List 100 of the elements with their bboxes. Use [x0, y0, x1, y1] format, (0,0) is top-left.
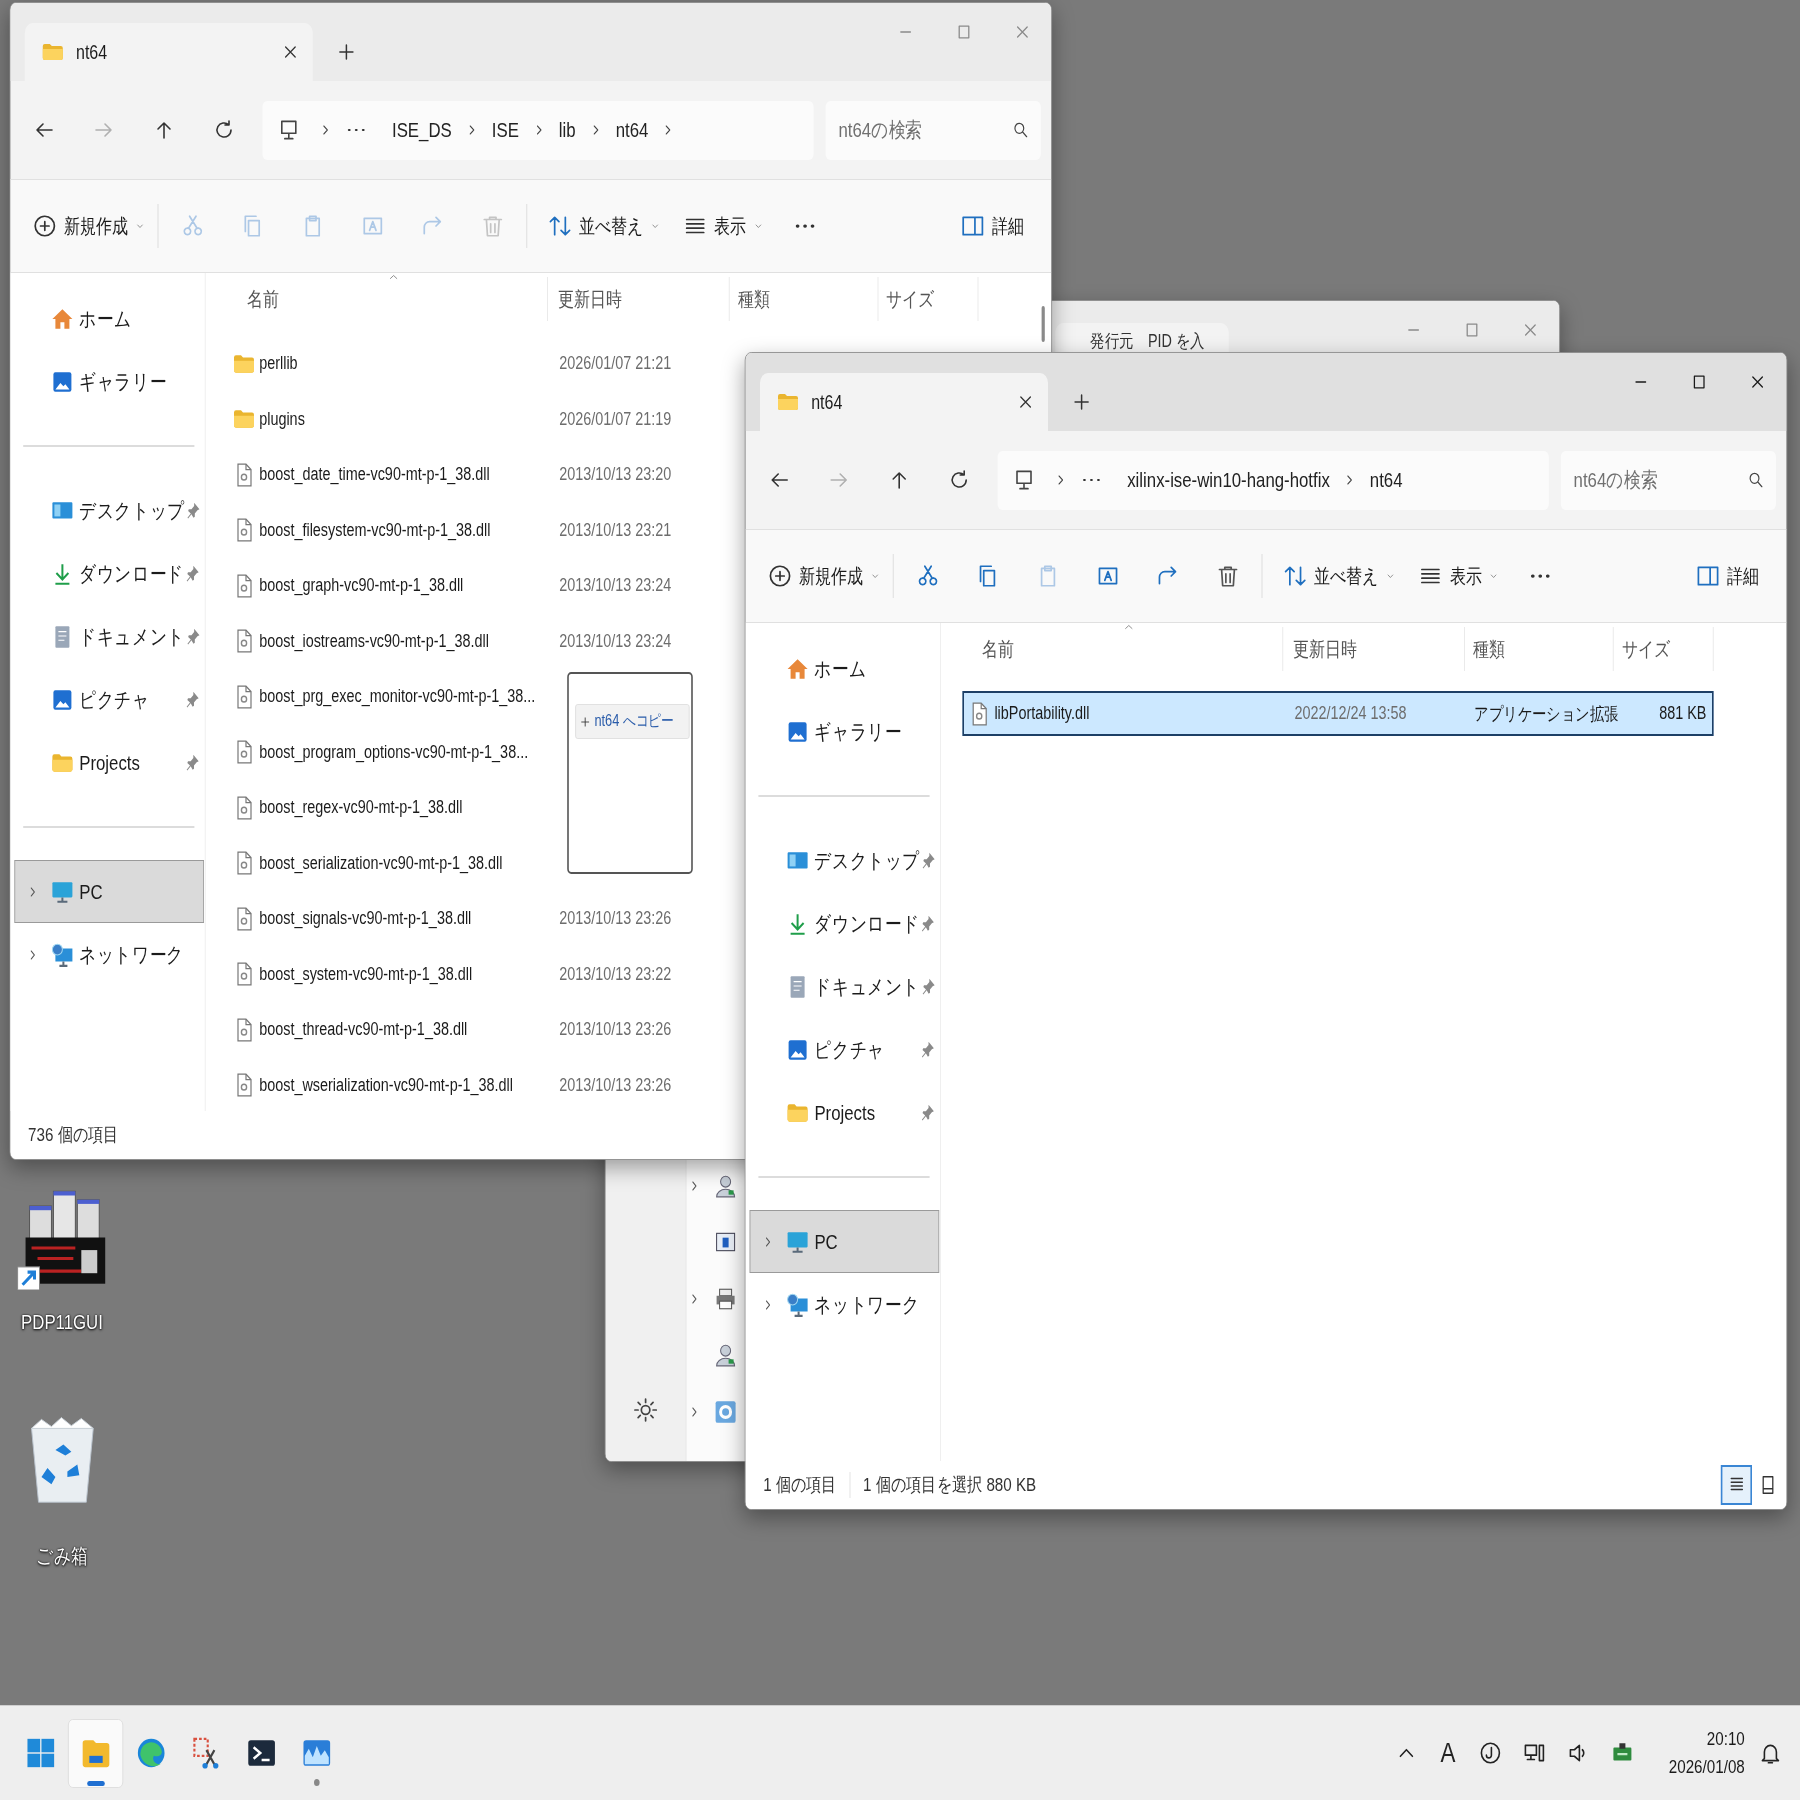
clock[interactable]: 20:10 2026/01/08 — [1652, 1728, 1745, 1778]
details-button[interactable]: 詳細 — [960, 212, 1024, 240]
sidebar-item[interactable]: ドキュメント — [14, 605, 204, 668]
desktop-shortcut[interactable]: PDP11GUI — [17, 1185, 107, 1334]
sort-icon — [547, 213, 573, 239]
ring-icon[interactable] — [1478, 1740, 1502, 1766]
file-name: boost_graph-vc90-mt-p-1_38.dll — [259, 575, 464, 596]
modified-date: 2026/01/07 21:21 — [558, 353, 673, 374]
breadcrumb[interactable]: nt64 — [602, 118, 662, 142]
pin-icon[interactable] — [184, 563, 200, 584]
window-tab[interactable]: 発行元 PID を入 — [1055, 323, 1229, 352]
sidebar-item[interactable]: PC — [14, 860, 204, 923]
pin-icon[interactable] — [184, 689, 200, 710]
file-row[interactable]: boost_serialization-vc90-mt-p-1_38.dll — [227, 840, 552, 886]
sidebar-item[interactable]: ピクチャ — [749, 1018, 940, 1081]
file-row[interactable]: boost_wserialization-vc90-mt-p-1_38.dll 2013/10/13 23:26 — [227, 1062, 733, 1108]
file-name: boost_signals-vc90-mt-p-1_38.dll — [259, 908, 472, 929]
breadcrumb[interactable]: lib — [546, 118, 589, 142]
sidebar-item[interactable]: Projects — [14, 731, 204, 794]
breadcrumb[interactable]: nt64 — [1357, 468, 1416, 492]
pin-icon[interactable] — [920, 976, 936, 997]
search-field[interactable]: nt64の検索 — [825, 100, 1041, 160]
column-header[interactable]: 名前 — [227, 277, 548, 321]
sidebar-item[interactable]: ギャラリー — [14, 350, 204, 413]
file-row[interactable]: boost_program_options-vc90-mt-p-1_38... — [227, 729, 552, 775]
new-button[interactable]: 新規作成 — [767, 562, 882, 590]
file-row[interactable]: perllib 2026/01/07 21:21 — [227, 341, 733, 386]
sidebar-item[interactable]: ピクチャ — [14, 668, 204, 731]
status-text: 1 個の項目を選択 880 KB — [849, 1472, 1037, 1498]
column-header[interactable]: サイズ — [1613, 627, 1714, 671]
new-button[interactable]: 新規作成 — [32, 212, 147, 240]
sidebar-item[interactable]: デスクトップ — [14, 479, 204, 542]
details-button[interactable]: 詳細 — [1695, 562, 1760, 590]
file-name: boost_program_options-vc90-mt-p-1_38... — [259, 741, 529, 763]
sidebar-item[interactable]: ネットワーク — [14, 923, 204, 986]
network-icon — [50, 941, 75, 968]
details-view-button[interactable] — [1720, 1465, 1752, 1505]
windows-logo-icon — [24, 1736, 57, 1770]
file-row[interactable]: boost_filesystem-vc90-mt-p-1_38.dll 2013/10/13 23:21 — [227, 507, 733, 553]
modified-date: 2013/10/13 23:26 — [558, 908, 673, 929]
view-button[interactable]: 表示 — [1417, 562, 1494, 590]
address-bar[interactable]: xilinx-ise-win10-hang-hotfix nt64 — [997, 450, 1549, 510]
window-tab[interactable]: nt64 — [24, 23, 313, 81]
file-name: boost_regex-vc90-mt-p-1_38.dll — [259, 797, 463, 818]
details-pane-icon — [960, 213, 986, 239]
file-row[interactable]: boost_prg_exec_monitor-vc90-mt-p-1_38... — [227, 674, 552, 719]
breadcrumb[interactable]: xilinx-ise-win10-hang-hotfix — [1114, 468, 1343, 492]
file-row[interactable]: boost_thread-vc90-mt-p-1_38.dll 2013/10/13 23:26 — [227, 1007, 733, 1052]
file-row[interactable]: libPortability.dll 2022/12/24 13:58 アプリケーション拡張 881 KB — [962, 691, 1714, 736]
view-button[interactable]: 表示 — [682, 212, 759, 240]
file-row[interactable]: boost_iostreams-vc90-mt-p-1_38.dll 2013/10/13 23:24 — [227, 618, 733, 664]
sort-button[interactable]: 並べ替え — [547, 212, 647, 240]
file-row[interactable]: boost_date_time-vc90-mt-p-1_38.dll 2013/10/13 23:20 — [227, 452, 733, 497]
sort-button[interactable]: 並べ替え — [1282, 562, 1382, 590]
file-row[interactable]: boost_graph-vc90-mt-p-1_38.dll 2013/10/13 23:24 — [227, 563, 733, 608]
gear-icon — [713, 1398, 738, 1425]
column-header[interactable]: 更新日時 — [1283, 627, 1465, 671]
details-pane-icon — [1695, 563, 1721, 589]
desktop-shortcut[interactable]: ごみ箱 — [17, 1414, 107, 1570]
file-row[interactable]: boost_signals-vc90-mt-p-1_38.dll 2013/10/13 23:26 — [227, 896, 733, 941]
window-tab[interactable]: nt64 — [760, 373, 1048, 431]
sort-icon — [1282, 563, 1308, 589]
file-name: boost_system-vc90-mt-p-1_38.dll — [259, 963, 473, 985]
sidebar-item[interactable]: ダウンロード — [749, 892, 940, 955]
input-mode-indicator[interactable]: A — [1428, 1737, 1468, 1769]
column-header[interactable]: 名前 — [962, 627, 1284, 671]
scrollbar-thumb[interactable] — [1041, 306, 1045, 342]
column-header[interactable]: 更新日時 — [548, 277, 730, 321]
file-row[interactable]: boost_system-vc90-mt-p-1_38.dll 2013/10/13 23:22 — [227, 951, 733, 997]
sidebar-item[interactable]: PC — [749, 1210, 940, 1273]
address-bar[interactable]: ISE_DS ISE lib nt64 — [262, 100, 814, 160]
file-row[interactable]: boost_regex-vc90-mt-p-1_38.dll — [227, 785, 552, 830]
breadcrumb[interactable]: ISE_DS — [379, 118, 465, 142]
file-row[interactable]: plugins 2026/01/07 21:19 — [227, 396, 733, 442]
file-type: アプリケーション拡張 — [1473, 702, 1616, 726]
file-name: boost_prg_exec_monitor-vc90-mt-p-1_38... — [259, 686, 536, 707]
search-field[interactable]: nt64の検索 — [1560, 450, 1776, 510]
plus-icon — [767, 563, 793, 589]
column-header[interactable]: サイズ — [878, 277, 979, 321]
user-icon — [713, 1342, 738, 1369]
pin-icon[interactable] — [184, 752, 200, 773]
modified-date: 2013/10/13 23:20 — [558, 464, 673, 485]
sidebar-item[interactable]: ダウンロード — [14, 542, 204, 605]
sidebar-item[interactable]: Projects — [749, 1081, 940, 1144]
file-name: boost_filesystem-vc90-mt-p-1_38.dll — [259, 519, 491, 541]
column-header[interactable]: 種類 — [1464, 627, 1614, 671]
sidebar-item[interactable]: ホーム — [749, 637, 940, 700]
sidebar-item[interactable]: ネットワーク — [749, 1273, 940, 1336]
sidebar-item[interactable]: ギャラリー — [749, 700, 940, 763]
modified-date: 2013/10/13 23:24 — [558, 630, 673, 652]
sidebar-item[interactable]: デスクトップ — [749, 829, 940, 892]
sidebar-item[interactable]: ホーム — [14, 287, 204, 350]
sidebar-item[interactable]: ドキュメント — [749, 955, 940, 1018]
file-name: boost_date_time-vc90-mt-p-1_38.dll — [259, 464, 490, 485]
modified-date: 2013/10/13 23:24 — [558, 575, 673, 596]
breadcrumb[interactable]: ISE — [478, 118, 532, 142]
column-header[interactable]: 種類 — [729, 277, 879, 321]
file-size: 881 KB — [1658, 703, 1708, 724]
settings-icon[interactable] — [632, 1397, 659, 1423]
pin-icon[interactable] — [920, 850, 936, 871]
